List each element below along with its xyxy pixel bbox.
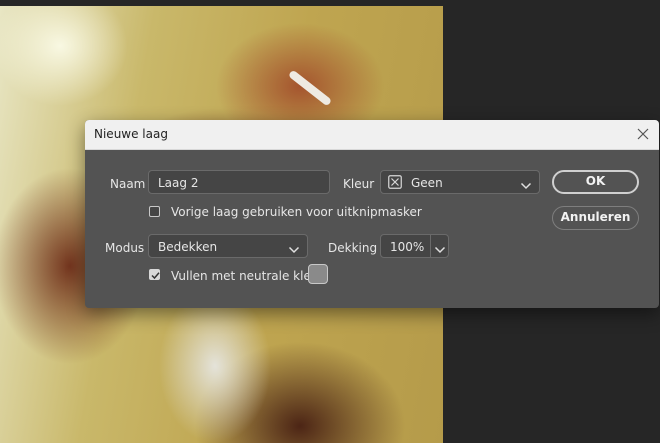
new-layer-dialog: Nieuwe laag Naam Laag 2 Kleur Geen OK An… [85, 120, 659, 308]
none-color-icon [388, 175, 402, 189]
checkmark-icon [151, 272, 160, 280]
fill-neutral-checkbox[interactable] [149, 269, 160, 280]
opacity-divider [430, 235, 431, 257]
dialog-title: Nieuwe laag [94, 127, 168, 141]
neutral-color-swatch[interactable] [308, 264, 328, 284]
opacity-input[interactable]: 100% [380, 234, 449, 258]
color-select-value: Geen [411, 176, 443, 190]
mode-label: Modus [105, 241, 145, 255]
cancel-button[interactable]: Annuleren [552, 206, 639, 230]
close-icon[interactable] [635, 126, 651, 142]
name-input-value: Laag 2 [158, 176, 199, 190]
name-label: Naam [110, 177, 146, 191]
ok-button[interactable]: OK [552, 170, 639, 194]
opacity-input-value: 100% [390, 240, 425, 254]
color-label: Kleur [343, 177, 375, 191]
dialog-titlebar: Nieuwe laag [85, 120, 659, 150]
opacity-label: Dekking [328, 241, 378, 255]
mode-select-value: Bedekken [158, 240, 218, 254]
chevron-down-icon [288, 243, 300, 254]
clipping-mask-checkbox[interactable] [149, 206, 160, 217]
photo-dog-collar [287, 69, 333, 107]
chevron-down-icon [520, 179, 532, 190]
clipping-mask-label: Vorige laag gebruiken voor uitknipmasker [171, 205, 422, 219]
chevron-down-icon[interactable] [434, 243, 446, 254]
name-input[interactable]: Laag 2 [148, 170, 330, 194]
fill-neutral-label: Vullen met neutrale kleur [171, 269, 324, 283]
mode-select[interactable]: Bedekken [148, 234, 308, 258]
color-select[interactable]: Geen [380, 170, 540, 194]
